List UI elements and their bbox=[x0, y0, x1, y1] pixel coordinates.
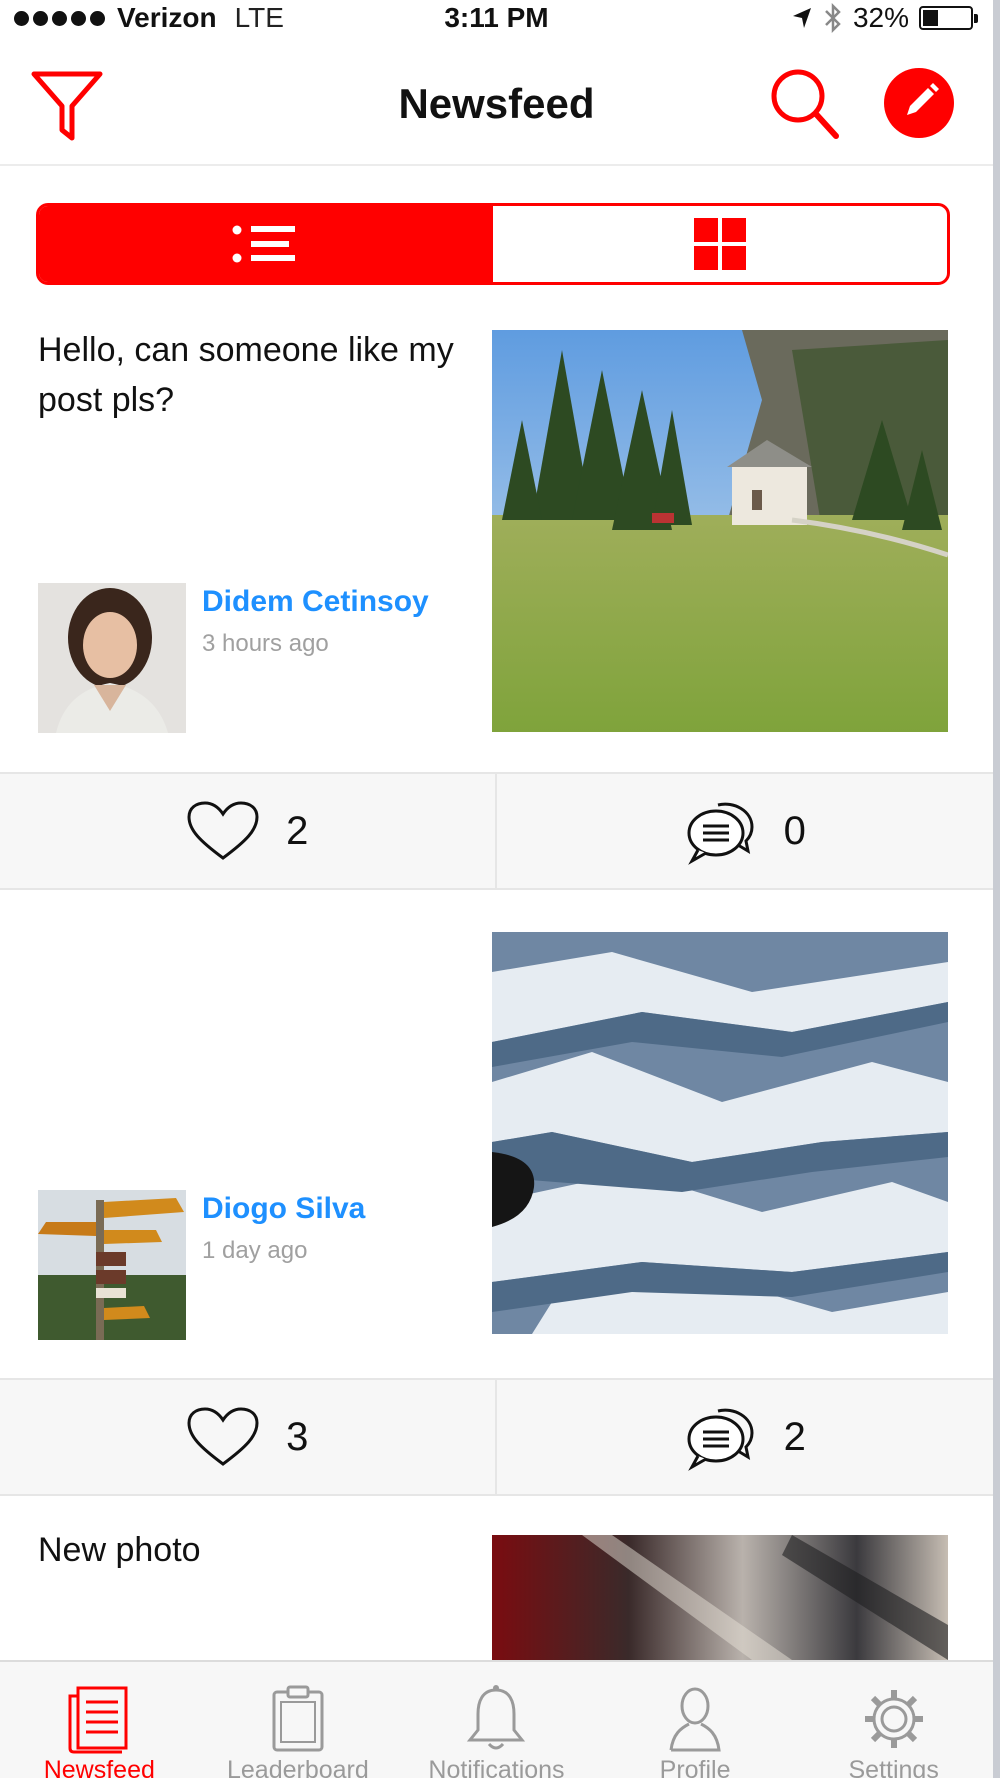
comment-count: 0 bbox=[783, 808, 806, 853]
tab-profile[interactable]: Profile bbox=[596, 1662, 795, 1778]
author-name[interactable]: Didem Cetinsoy bbox=[202, 585, 429, 619]
author-name[interactable]: Diogo Silva bbox=[202, 1192, 365, 1226]
post-card: New photo bbox=[0, 1525, 993, 1660]
post-text: Hello, can someone like my post pls? bbox=[38, 331, 454, 419]
grid-view-icon bbox=[694, 218, 746, 270]
bluetooth-icon bbox=[825, 3, 841, 33]
comment-bubbles-icon bbox=[687, 802, 754, 865]
carrier-name: Verizon bbox=[117, 2, 217, 33]
tab-label: Settings bbox=[848, 1756, 939, 1778]
battery-percent: 32% bbox=[852, 2, 909, 33]
post-photo[interactable] bbox=[492, 330, 948, 732]
page-title: Newsfeed bbox=[398, 80, 595, 127]
post-photo[interactable] bbox=[492, 1535, 948, 1660]
tab-settings[interactable]: Settings bbox=[794, 1662, 993, 1778]
tab-label: Leaderboard bbox=[226, 1756, 369, 1778]
comment-button[interactable]: 2 bbox=[497, 1380, 994, 1494]
person-icon bbox=[669, 1687, 721, 1752]
gear-icon bbox=[864, 1690, 923, 1748]
list-view-tab[interactable] bbox=[39, 206, 493, 282]
avatar[interactable] bbox=[38, 583, 186, 733]
post-actions: 3 2 bbox=[0, 1378, 993, 1496]
list-view-icon bbox=[232, 225, 295, 263]
grid-view-tab[interactable] bbox=[493, 206, 947, 282]
bell-icon bbox=[467, 1685, 526, 1750]
post-card: Diogo Silva 1 day ago 3 2 bbox=[0, 932, 993, 1502]
clipboard-icon bbox=[272, 1685, 324, 1752]
tab-label: Profile bbox=[659, 1756, 731, 1778]
post-actions: 2 0 bbox=[0, 772, 993, 890]
avatar[interactable] bbox=[38, 1190, 186, 1340]
location-arrow-icon bbox=[792, 8, 811, 28]
network-type: LTE bbox=[234, 2, 284, 33]
signal-strength-icon bbox=[14, 10, 105, 26]
tab-leaderboard[interactable]: Leaderboard bbox=[199, 1662, 398, 1778]
scrollbar-gutter bbox=[993, 0, 1000, 1778]
comment-count: 2 bbox=[783, 1414, 806, 1459]
post-time: 3 hours ago bbox=[202, 630, 329, 657]
like-count: 2 bbox=[286, 808, 309, 853]
battery-icon bbox=[919, 6, 978, 30]
heart-icon bbox=[187, 801, 259, 860]
compose-button[interactable] bbox=[884, 68, 954, 138]
navigation-bar: Newsfeed bbox=[0, 40, 993, 166]
tab-notifications[interactable]: Notifications bbox=[397, 1662, 596, 1778]
tab-bar: Newsfeed Leaderboard Notifications Profi… bbox=[0, 1660, 993, 1778]
like-count: 3 bbox=[286, 1414, 309, 1459]
comment-button[interactable]: 0 bbox=[497, 774, 994, 888]
status-bar: Verizon LTE 3:11 PM 32% bbox=[0, 0, 993, 40]
tab-label: Newsfeed bbox=[43, 1756, 155, 1778]
tab-newsfeed[interactable]: Newsfeed bbox=[0, 1662, 199, 1778]
post-text: New photo bbox=[38, 1531, 201, 1569]
pencil-icon bbox=[907, 83, 939, 115]
like-button[interactable]: 2 bbox=[0, 774, 497, 888]
post-photo[interactable] bbox=[492, 932, 948, 1334]
view-toggle bbox=[36, 203, 950, 285]
like-button[interactable]: 3 bbox=[0, 1380, 497, 1494]
post-time: 1 day ago bbox=[202, 1237, 308, 1264]
search-icon[interactable] bbox=[768, 64, 842, 144]
comment-bubbles-icon bbox=[687, 1408, 754, 1471]
tab-label: Notifications bbox=[428, 1756, 565, 1778]
newsfeed-icon bbox=[68, 1686, 128, 1754]
post-card: Hello, can someone like my post pls? Did… bbox=[0, 325, 993, 897]
heart-icon bbox=[187, 1407, 259, 1466]
